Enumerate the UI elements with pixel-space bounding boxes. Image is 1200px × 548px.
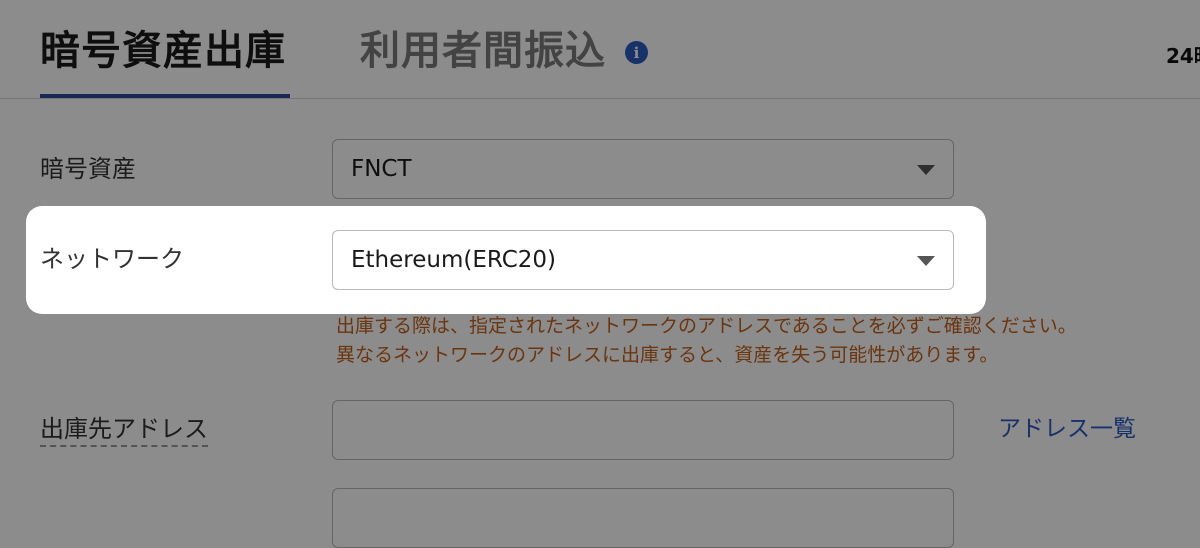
address-input[interactable]: [332, 400, 954, 460]
tabs-divider: [0, 98, 1200, 99]
address-label-text: 出庫先アドレス: [40, 415, 208, 447]
crypto-select-value: FNCT: [351, 156, 412, 182]
tab-crypto-withdrawal[interactable]: 暗号資産出庫: [40, 26, 286, 76]
address-list-link[interactable]: アドレス一覧: [998, 414, 1136, 444]
network-warning-line-1: 出庫する際は、指定されたネットワークのアドレスであることを必ずご確認ください。: [336, 315, 1077, 337]
crypto-select[interactable]: FNCT: [332, 139, 954, 199]
caret-down-icon: [917, 165, 935, 175]
network-select-value: Ethereum(ERC20): [351, 247, 557, 273]
tab-right-cutoff[interactable]: 24時: [1166, 40, 1200, 69]
address-label: 出庫先アドレス: [40, 414, 208, 447]
tab-user-transfer[interactable]: 利用者間振込: [360, 26, 606, 76]
network-label: ネットワーク: [40, 245, 184, 273]
network-warning-line-2: 異なるネットワークのアドレスに出庫すると、資産を失う可能性があります。: [336, 344, 999, 366]
crypto-label: 暗号資産: [40, 155, 136, 183]
withdrawal-page: 暗号資産出庫 利用者間振込 i 24時 暗号資産 FNCT ネットワーク Eth…: [0, 0, 1200, 548]
tab-bar: 暗号資産出庫 利用者間振込 i 24時: [0, 0, 1200, 99]
caret-down-icon: [917, 256, 935, 266]
info-icon[interactable]: i: [625, 41, 648, 64]
network-select[interactable]: Ethereum(ERC20): [332, 230, 954, 290]
next-field-input[interactable]: [332, 488, 954, 548]
